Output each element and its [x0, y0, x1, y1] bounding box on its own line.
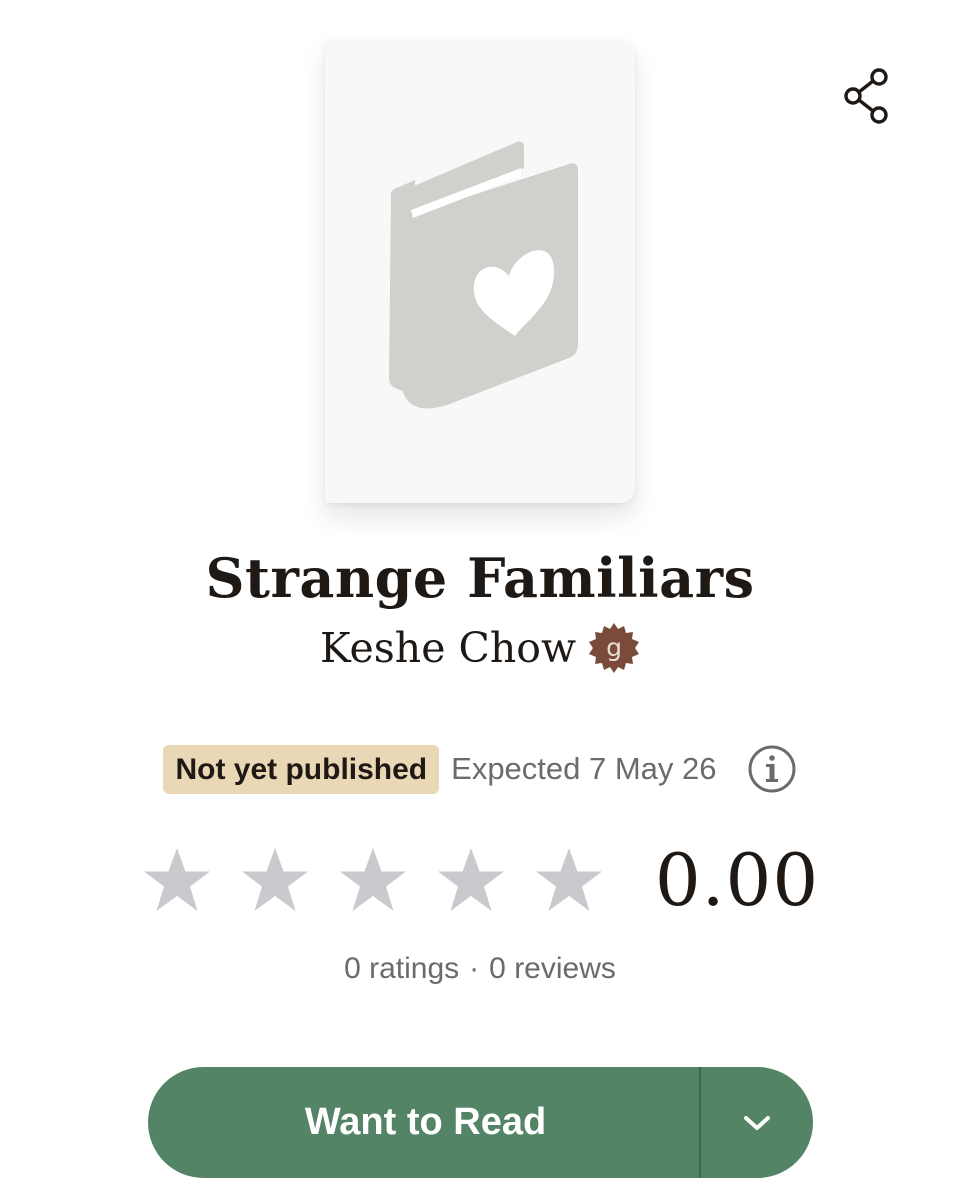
info-button[interactable]	[747, 744, 797, 794]
star-rating[interactable]	[141, 844, 605, 916]
expected-date: Expected 7 May 26	[451, 751, 717, 786]
star-1-icon[interactable]	[141, 844, 213, 916]
book-cover[interactable]	[325, 40, 635, 503]
stats-separator: ·	[469, 952, 480, 985]
author-name-link[interactable]: Keshe Chow	[320, 624, 576, 672]
goodreads-author-badge-icon: g	[589, 623, 640, 673]
average-rating: 0.00	[654, 838, 820, 922]
ratings-count-link[interactable]: 0 ratings	[344, 952, 459, 985]
rating-row: 0.00	[0, 838, 960, 922]
chevron-down-icon	[744, 1115, 770, 1130]
star-3-icon[interactable]	[337, 844, 409, 916]
share-icon	[844, 68, 888, 124]
publication-status-row: Not yet published Expected 7 May 26	[0, 744, 960, 794]
share-button[interactable]	[836, 66, 896, 126]
shelf-options-button[interactable]	[701, 1067, 813, 1178]
info-icon	[748, 745, 796, 793]
star-2-icon[interactable]	[239, 844, 311, 916]
status-badge: Not yet published	[163, 744, 440, 794]
star-4-icon[interactable]	[435, 844, 507, 916]
rating-stats: 0 ratings · 0 reviews	[0, 952, 960, 986]
book-title: Strange Familiars	[205, 546, 755, 610]
book-heart-icon	[389, 141, 578, 409]
author-row: Keshe Chow g	[0, 622, 960, 674]
reviews-count-link[interactable]: 0 reviews	[489, 952, 616, 985]
star-5-icon[interactable]	[533, 844, 605, 916]
shelf-button-group: Want to Read	[148, 1067, 813, 1178]
badge-letter: g	[606, 633, 622, 662]
want-to-read-button[interactable]: Want to Read	[148, 1067, 701, 1178]
